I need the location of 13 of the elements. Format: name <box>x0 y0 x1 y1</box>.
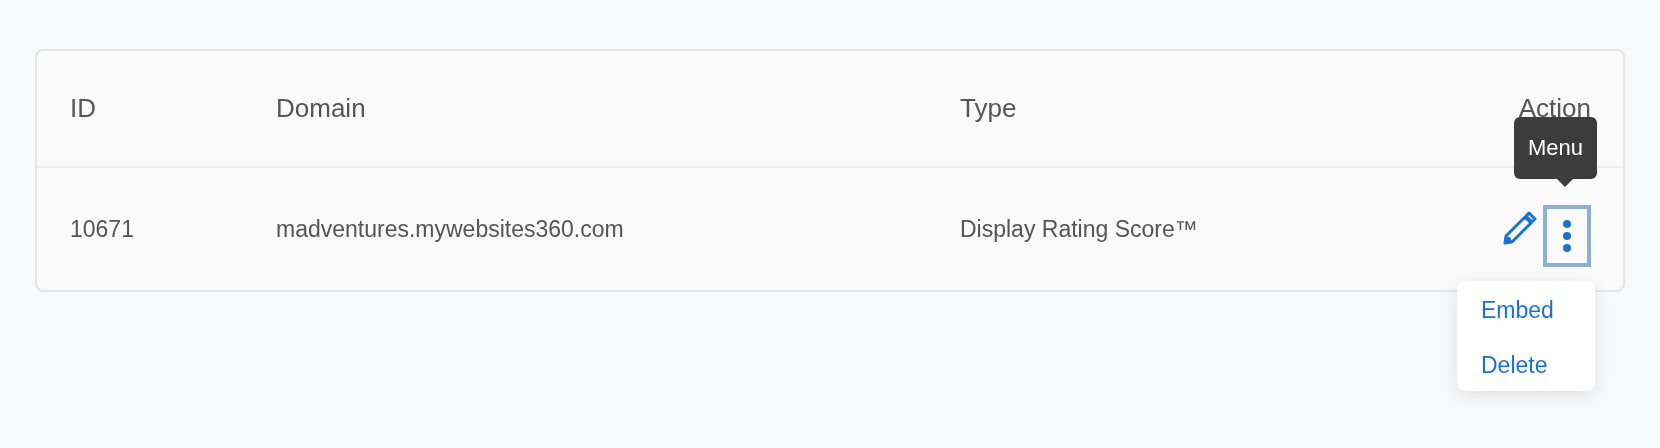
pencil-icon <box>1501 211 1537 247</box>
table-cell: madventures.mywebsites360.com <box>276 215 624 242</box>
column-header: Domain <box>276 93 366 123</box>
menu-item[interactable]: Embed <box>1457 297 1554 324</box>
more-menu-button[interactable] <box>1543 205 1591 267</box>
table-cell: Display Rating Score™ <box>960 215 1198 242</box>
menu-item[interactable]: Delete <box>1457 352 1548 379</box>
table-cell: 10671 <box>70 215 134 242</box>
column-header: Type <box>960 93 1017 123</box>
more-vertical-icon <box>1562 219 1572 253</box>
column-header: ID <box>70 93 96 123</box>
tooltip-arrow <box>1557 179 1573 187</box>
tooltip: Menu <box>1513 117 1597 179</box>
